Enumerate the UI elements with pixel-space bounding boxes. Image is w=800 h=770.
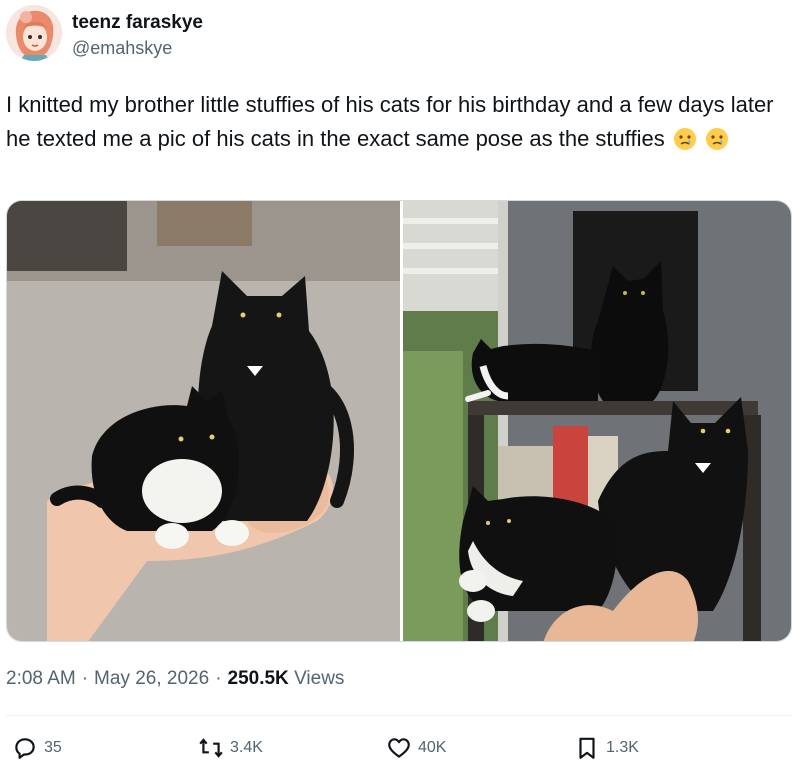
avatar[interactable] <box>6 5 62 61</box>
views-count: 250.5K <box>227 668 289 689</box>
media-gallery <box>6 200 792 642</box>
reply-icon <box>15 738 35 759</box>
bookmark-icon <box>579 737 595 759</box>
divider <box>6 715 792 716</box>
reply-count: 35 <box>44 739 62 756</box>
tweet-header: teenz faraskye @emahskye <box>0 0 800 70</box>
retweet-icon <box>199 738 223 758</box>
crying-face-icon <box>673 128 696 150</box>
bookmark-button[interactable]: 1.3K <box>574 728 639 768</box>
photo-knitted-cats-in-hand[interactable] <box>7 201 400 641</box>
tweet-date[interactable]: May 26, 2026 <box>94 668 209 689</box>
display-name[interactable]: teenz faraskye <box>72 12 203 34</box>
photo-real-cats-matching-pose[interactable] <box>403 201 791 641</box>
retweet-button[interactable]: 3.4K <box>198 728 263 768</box>
action-bar: 35 3.4K 40K 1.3K <box>0 728 800 768</box>
like-button[interactable]: 40K <box>386 728 446 768</box>
tweet-meta: 2:08 AM · May 26, 2026 · 250.5K Views <box>6 668 344 690</box>
heart-icon <box>388 738 410 758</box>
like-count: 40K <box>418 739 447 756</box>
crying-face-icon <box>705 128 728 150</box>
tweet-body: I knitted my brother little stuffies of … <box>6 92 774 151</box>
bookmark-count: 1.3K <box>606 739 639 756</box>
reply-button[interactable]: 35 <box>12 728 62 768</box>
meta-separator: · <box>215 668 222 689</box>
meta-separator: · <box>81 668 89 689</box>
user-handle[interactable]: @emahskye <box>72 38 172 59</box>
views-label: Views <box>294 668 345 689</box>
tweet-time[interactable]: 2:08 AM <box>6 668 76 689</box>
retweet-count: 3.4K <box>230 739 263 756</box>
tweet-text: I knitted my brother little stuffies of … <box>6 88 786 156</box>
